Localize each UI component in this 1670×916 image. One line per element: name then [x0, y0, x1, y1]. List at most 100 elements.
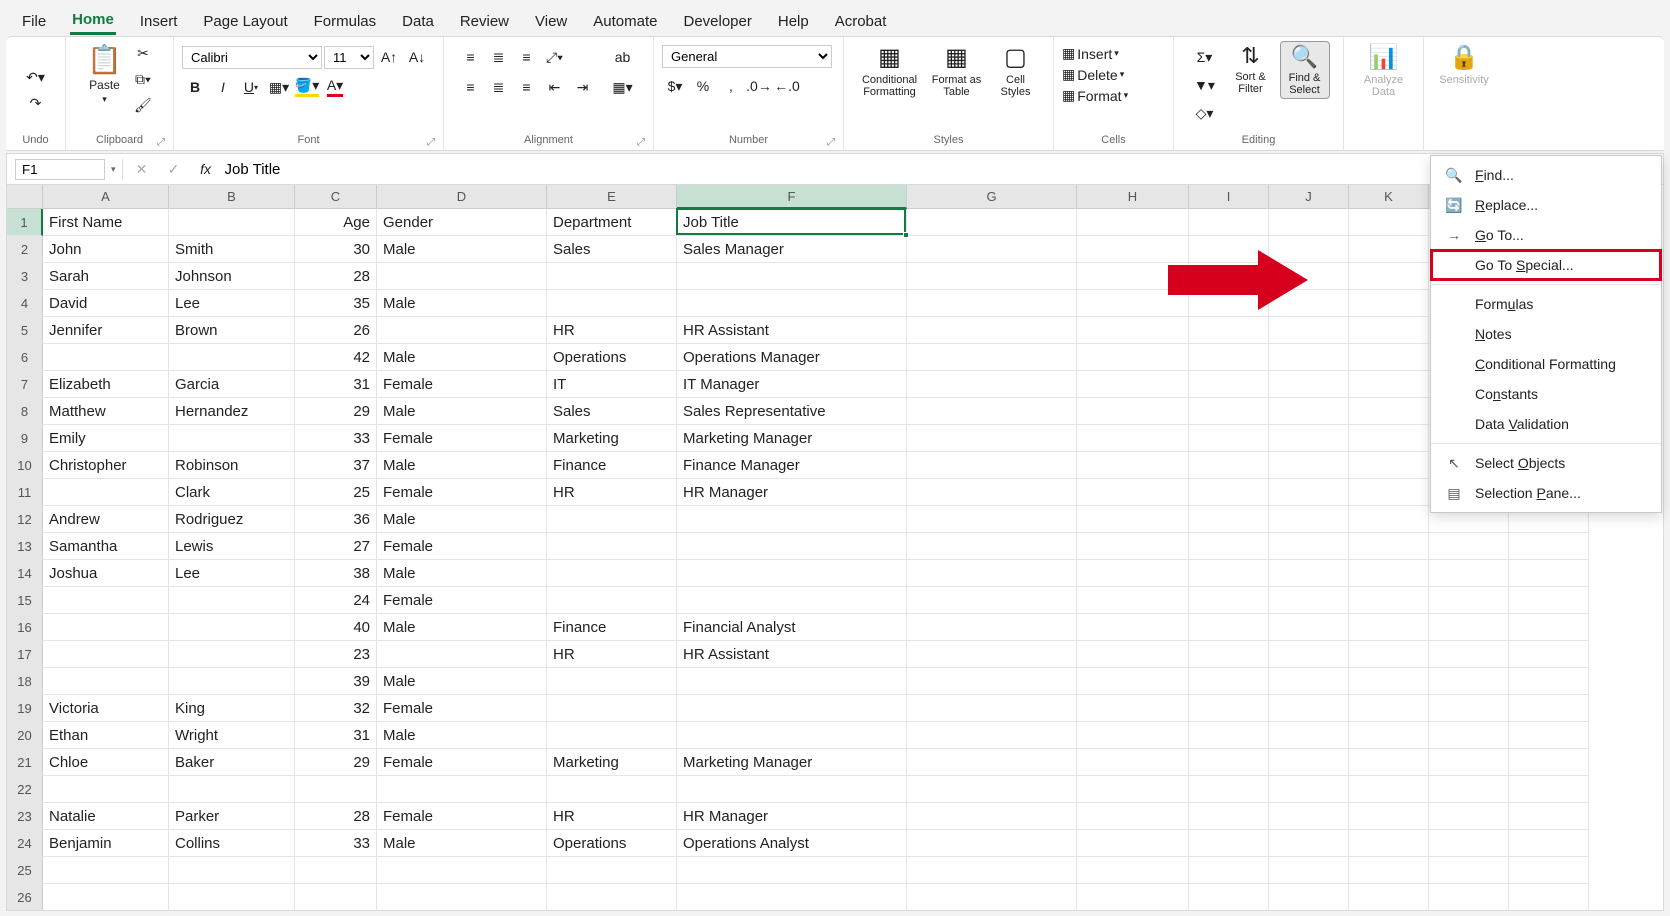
cell-J17[interactable]: [1269, 641, 1349, 668]
row-header-6[interactable]: 6: [7, 344, 43, 371]
row-header-20[interactable]: 20: [7, 722, 43, 749]
row-header-26[interactable]: 26: [7, 884, 43, 911]
cell-G21[interactable]: [907, 749, 1077, 776]
cell-K19[interactable]: [1349, 695, 1429, 722]
cell-K14[interactable]: [1349, 560, 1429, 587]
col-header-B[interactable]: B: [169, 185, 295, 209]
cell-B19[interactable]: King: [169, 695, 295, 722]
cell-H8[interactable]: [1077, 398, 1189, 425]
cell-E22[interactable]: [547, 776, 677, 803]
clear-button[interactable]: ◇▾: [1188, 101, 1222, 125]
cell-J14[interactable]: [1269, 560, 1349, 587]
cell-C20[interactable]: 31: [295, 722, 377, 749]
cell-L22[interactable]: [1429, 776, 1509, 803]
cell-K5[interactable]: [1349, 317, 1429, 344]
cell-H14[interactable]: [1077, 560, 1189, 587]
cell-A25[interactable]: [43, 857, 169, 884]
cell-K22[interactable]: [1349, 776, 1429, 803]
cell-K25[interactable]: [1349, 857, 1429, 884]
cell-G18[interactable]: [907, 668, 1077, 695]
cell-L21[interactable]: [1429, 749, 1509, 776]
cell-D25[interactable]: [377, 857, 547, 884]
cell-D9[interactable]: Female: [377, 425, 547, 452]
menu-constants[interactable]: Constants: [1431, 379, 1661, 409]
cell-H19[interactable]: [1077, 695, 1189, 722]
cell-G11[interactable]: [907, 479, 1077, 506]
cell-H16[interactable]: [1077, 614, 1189, 641]
cell-L26[interactable]: [1429, 884, 1509, 911]
col-header-K[interactable]: K: [1349, 185, 1429, 209]
cell-B12[interactable]: Rodriguez: [169, 506, 295, 533]
cell-E12[interactable]: [547, 506, 677, 533]
cell-M24[interactable]: [1509, 830, 1589, 857]
name-box-dropdown-icon[interactable]: ▾: [111, 164, 116, 175]
cell-G2[interactable]: [907, 236, 1077, 263]
cell-L19[interactable]: [1429, 695, 1509, 722]
cell-K10[interactable]: [1349, 452, 1429, 479]
cell-C4[interactable]: 35: [295, 290, 377, 317]
col-header-G[interactable]: G: [907, 185, 1077, 209]
cell-L13[interactable]: [1429, 533, 1509, 560]
cell-C22[interactable]: [295, 776, 377, 803]
decrease-indent-button[interactable]: ⇤: [542, 75, 568, 99]
cell-D6[interactable]: Male: [377, 344, 547, 371]
row-header-17[interactable]: 17: [7, 641, 43, 668]
cell-B23[interactable]: Parker: [169, 803, 295, 830]
cell-I9[interactable]: [1189, 425, 1269, 452]
cell-K15[interactable]: [1349, 587, 1429, 614]
wrap-text-button[interactable]: ab: [606, 45, 640, 69]
cell-G13[interactable]: [907, 533, 1077, 560]
cell-K8[interactable]: [1349, 398, 1429, 425]
cell-J19[interactable]: [1269, 695, 1349, 722]
cell-H7[interactable]: [1077, 371, 1189, 398]
cell-E8[interactable]: Sales: [547, 398, 677, 425]
cell-K26[interactable]: [1349, 884, 1429, 911]
cell-G17[interactable]: [907, 641, 1077, 668]
cell-F4[interactable]: [677, 290, 907, 317]
cell-E3[interactable]: [547, 263, 677, 290]
menu-selection-pane[interactable]: ▤ Selection Pane...: [1431, 478, 1661, 508]
cell-I26[interactable]: [1189, 884, 1269, 911]
tab-formulas[interactable]: Formulas: [312, 9, 379, 34]
menu-goto-special[interactable]: Go To Special...: [1431, 250, 1661, 280]
tab-developer[interactable]: Developer: [681, 9, 753, 34]
cell-H26[interactable]: [1077, 884, 1189, 911]
cell-J18[interactable]: [1269, 668, 1349, 695]
cell-A5[interactable]: Jennifer: [43, 317, 169, 344]
cell-F19[interactable]: [677, 695, 907, 722]
cell-E18[interactable]: [547, 668, 677, 695]
cell-E17[interactable]: HR: [547, 641, 677, 668]
cell-K9[interactable]: [1349, 425, 1429, 452]
cell-styles-button[interactable]: ▢ Cell Styles: [991, 41, 1041, 100]
cell-C1[interactable]: Age: [295, 209, 377, 236]
alignment-launcher-icon[interactable]: ⤢: [637, 137, 645, 148]
col-header-A[interactable]: A: [43, 185, 169, 209]
cell-A6[interactable]: [43, 344, 169, 371]
row-header-3[interactable]: 3: [7, 263, 43, 290]
cell-E13[interactable]: [547, 533, 677, 560]
cell-I20[interactable]: [1189, 722, 1269, 749]
cell-I15[interactable]: [1189, 587, 1269, 614]
cell-H18[interactable]: [1077, 668, 1189, 695]
cell-B15[interactable]: [169, 587, 295, 614]
cell-C5[interactable]: 26: [295, 317, 377, 344]
cell-L18[interactable]: [1429, 668, 1509, 695]
cell-A17[interactable]: [43, 641, 169, 668]
row-header-22[interactable]: 22: [7, 776, 43, 803]
col-header-I[interactable]: I: [1189, 185, 1269, 209]
tab-insert[interactable]: Insert: [138, 9, 180, 34]
font-color-button[interactable]: A▾: [322, 75, 348, 99]
cell-M21[interactable]: [1509, 749, 1589, 776]
cell-B20[interactable]: Wright: [169, 722, 295, 749]
cell-F26[interactable]: [677, 884, 907, 911]
cell-A22[interactable]: [43, 776, 169, 803]
undo-button[interactable]: ↶▾: [23, 66, 49, 90]
cell-K16[interactable]: [1349, 614, 1429, 641]
cell-B6[interactable]: [169, 344, 295, 371]
cell-C9[interactable]: 33: [295, 425, 377, 452]
cell-C26[interactable]: [295, 884, 377, 911]
tab-acrobat[interactable]: Acrobat: [833, 9, 889, 34]
fill-handle[interactable]: [903, 232, 909, 238]
cell-K2[interactable]: [1349, 236, 1429, 263]
analyze-data-button[interactable]: 📊 Analyze Data: [1352, 41, 1415, 100]
